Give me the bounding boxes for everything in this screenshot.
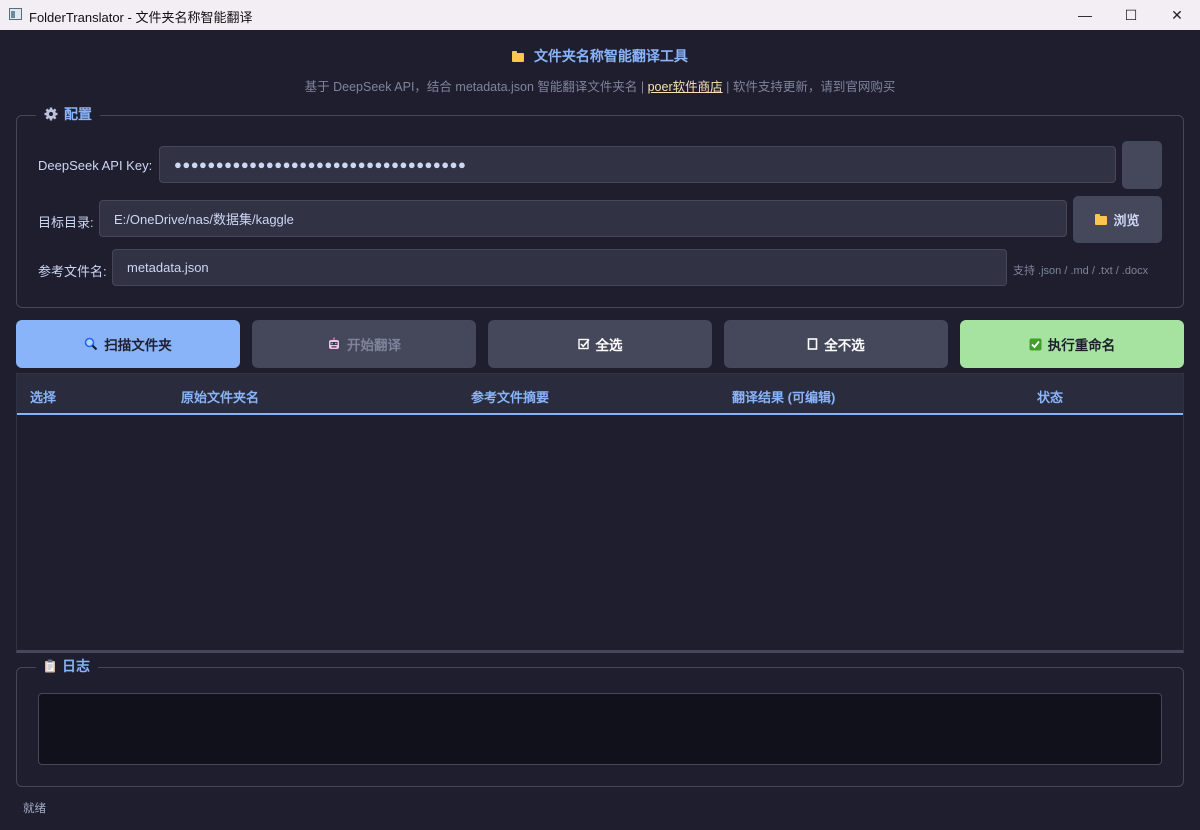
checkbox-checked-icon bbox=[577, 338, 590, 350]
target-dir-label: 目标目录: bbox=[38, 215, 94, 230]
robot-icon bbox=[329, 337, 339, 349]
rename-label: 执行重命名 bbox=[1047, 338, 1116, 353]
select-all-button[interactable]: 全选 bbox=[488, 320, 712, 368]
scan-label: 扫描文件夹 bbox=[104, 338, 172, 353]
subtitle-prefix: 基于 DeepSeek API，结合 metadata.json 智能翻译文件夹… bbox=[304, 80, 648, 94]
minimize-button[interactable]: — bbox=[1062, 0, 1108, 30]
clipboard-icon bbox=[45, 659, 55, 673]
log-legend: 日志 bbox=[36, 656, 98, 676]
check-mark-icon bbox=[1029, 338, 1042, 350]
column-select[interactable]: 选择 bbox=[30, 387, 56, 406]
select-none-button[interactable]: 全不选 bbox=[724, 320, 948, 368]
status-text: 就绪 bbox=[23, 803, 46, 815]
log-output[interactable] bbox=[38, 693, 1162, 765]
execute-rename-button[interactable]: 执行重命名 bbox=[960, 320, 1184, 368]
app-icon bbox=[9, 8, 22, 20]
select-all-label: 全选 bbox=[595, 338, 623, 353]
checkbox-empty-icon bbox=[807, 338, 818, 350]
translate-label: 开始翻译 bbox=[347, 338, 401, 353]
page-subtitle: 基于 DeepSeek API，结合 metadata.json 智能翻译文件夹… bbox=[0, 76, 1200, 95]
browse-button[interactable]: 浏览 bbox=[1073, 196, 1162, 243]
ref-file-label: 参考文件名: bbox=[38, 264, 107, 279]
ref-file-input[interactable]: metadata.json bbox=[112, 249, 1007, 286]
log-legend-text: 日志 bbox=[62, 658, 90, 674]
gear-icon bbox=[44, 107, 58, 121]
folder-icon bbox=[512, 51, 525, 62]
config-legend: 配置 bbox=[36, 104, 100, 124]
subtitle-suffix: | 软件支持更新，请到官网购买 bbox=[722, 80, 896, 94]
window-titlebar: FolderTranslator - 文件夹名称智能翻译 — ☐ ✕ bbox=[0, 0, 1200, 30]
column-original-name[interactable]: 原始文件夹名 bbox=[181, 387, 259, 406]
close-button[interactable]: ✕ bbox=[1154, 0, 1200, 30]
scan-button[interactable]: 扫描文件夹 bbox=[16, 320, 240, 368]
browse-label: 浏览 bbox=[1113, 213, 1140, 228]
folder-icon bbox=[1095, 214, 1108, 225]
store-link[interactable]: poer软件商店 bbox=[648, 80, 723, 94]
start-translate-button[interactable]: 开始翻译 bbox=[252, 320, 476, 368]
search-icon bbox=[84, 337, 98, 351]
api-key-label: DeepSeek API Key: bbox=[38, 158, 153, 173]
ref-file-hint: 支持 .json / .md / .txt / .docx bbox=[1013, 265, 1149, 277]
page-title-text: 文件夹名称智能翻译工具 bbox=[533, 48, 688, 64]
page-title: 文件夹名称智能翻译工具 bbox=[0, 46, 1200, 66]
window-title: FolderTranslator - 文件夹名称智能翻译 bbox=[29, 10, 253, 25]
maximize-button[interactable]: ☐ bbox=[1108, 0, 1154, 30]
column-ref-summary[interactable]: 参考文件摘要 bbox=[471, 387, 549, 406]
target-dir-input[interactable]: E:/OneDrive/nas/数据集/kaggle bbox=[99, 200, 1067, 237]
column-status[interactable]: 状态 bbox=[1037, 387, 1063, 406]
folder-table[interactable]: 选择 原始文件夹名 参考文件摘要 翻译结果 (可编辑) 状态 bbox=[16, 373, 1184, 653]
api-key-toggle-button[interactable] bbox=[1122, 141, 1162, 189]
config-legend-text: 配置 bbox=[64, 106, 92, 122]
column-translation[interactable]: 翻译结果 (可编辑) bbox=[732, 387, 835, 406]
api-key-input[interactable]: ●●●●●●●●●●●●●●●●●●●●●●●●●●●●●●●●●●● bbox=[159, 146, 1116, 183]
select-none-label: 全不选 bbox=[824, 338, 865, 353]
table-header: 选择 原始文件夹名 参考文件摘要 翻译结果 (可编辑) 状态 bbox=[17, 374, 1183, 415]
